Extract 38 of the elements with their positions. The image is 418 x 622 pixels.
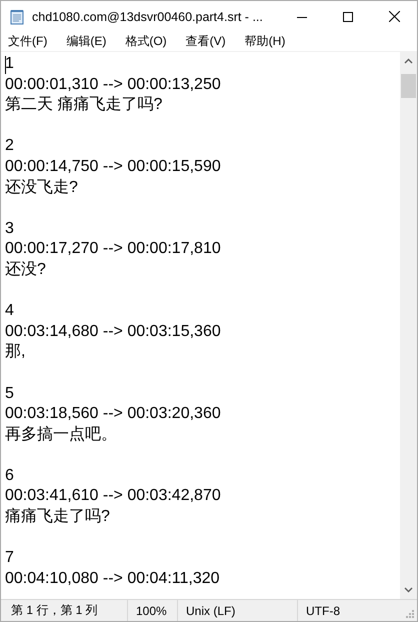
- subtitle-index: 3: [5, 220, 14, 237]
- status-field: 第 1 行，第 1 列: [1, 600, 128, 621]
- subtitle-timecode: 00:04:10,080 --> 00:04:11,320: [5, 570, 220, 587]
- subtitle-text: 第二天 痛痛飞走了吗?: [5, 96, 162, 114]
- menu-item[interactable]: 帮助(H): [240, 33, 290, 50]
- subtitle-index: 6: [5, 466, 14, 484]
- menu-item[interactable]: 格式(O): [120, 33, 172, 50]
- subtitle-text: 那,: [5, 343, 26, 360]
- status-field: UTF-8: [298, 600, 340, 621]
- status-field: 100%: [128, 600, 178, 621]
- subtitle-index: 7: [5, 549, 14, 566]
- subtitle-index: 1: [5, 55, 14, 72]
- scroll-up-icon[interactable]: [404, 58, 413, 64]
- menu-item[interactable]: 查看(V): [180, 33, 231, 50]
- subtitle-text: 痛痛飞走了吗?: [5, 508, 110, 526]
- subtitle-timecode: 00:00:17,270 --> 00:00:17,810: [5, 240, 221, 258]
- scroll-down-icon[interactable]: [404, 587, 413, 593]
- scrollbar-thumb[interactable]: [401, 74, 416, 98]
- subtitle-index: 2: [5, 137, 14, 154]
- subtitle-timecode: 00:00:14,750 --> 00:00:15,590: [5, 158, 221, 175]
- subtitle-timecode: 00:00:01,310 --> 00:00:13,250: [5, 76, 221, 93]
- close-icon: [388, 11, 400, 22]
- vertical-scrollbar[interactable]: [400, 52, 417, 599]
- resize-grip-icon[interactable]: [406, 610, 414, 618]
- notepad-icon: [9, 8, 25, 24]
- subtitle-text: 再多搞一点吧。: [5, 426, 117, 443]
- subtitle-timecode: 00:03:18,560 --> 00:03:20,360: [5, 405, 221, 422]
- subtitle-timecode: 00:03:14,680 --> 00:03:15,360: [5, 322, 221, 340]
- menu-item[interactable]: 编辑(E): [61, 33, 112, 50]
- menu-item[interactable]: 文件(F): [3, 33, 52, 50]
- subtitle-index: 5: [5, 384, 14, 402]
- window-title: chd1080.com@13dsvr00460.part4.srt - ...: [32, 10, 264, 24]
- subtitle-index: 4: [5, 302, 14, 320]
- status-field: Unix (LF): [178, 600, 298, 621]
- subtitle-text: 还没?: [5, 260, 46, 278]
- subtitle-text: 还没飞走?: [5, 178, 78, 196]
- maximize-icon: [343, 12, 353, 22]
- subtitle-timecode: 00:03:41,610 --> 00:03:42,870: [5, 487, 221, 504]
